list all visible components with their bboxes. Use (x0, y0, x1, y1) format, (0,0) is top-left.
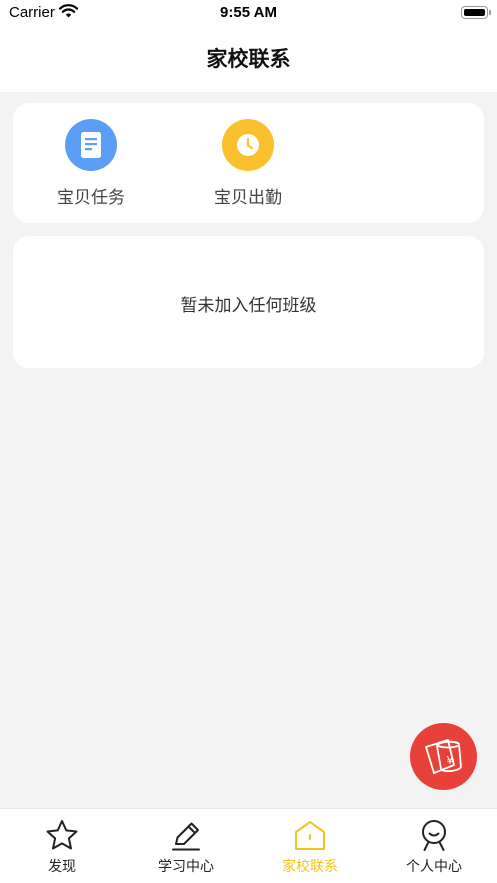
page-title: 家校联系 (206, 47, 291, 71)
tab-home-school-label: 家校联系 (282, 859, 338, 875)
home-icon (295, 821, 325, 850)
svg-text:¥: ¥ (447, 754, 454, 767)
quick-actions-card: 宝贝任务 宝贝出勤 (13, 103, 484, 223)
clock-icon (222, 119, 274, 171)
baby-attendance-label: 宝贝出勤 (214, 188, 282, 208)
baby-task-button[interactable]: 宝贝任务 (41, 119, 141, 208)
empty-class-message: 暂未加入任何班级 (180, 296, 317, 316)
status-bar: Carrier 9:55 AM (0, 0, 497, 26)
tab-learning-center-label: 学习中心 (158, 859, 214, 875)
baby-attendance-button[interactable]: 宝贝出勤 (198, 119, 298, 208)
red-envelope-yuan-icon: ¥ (425, 739, 462, 774)
person-icon (422, 820, 446, 851)
tab-discover[interactable]: 发现 (0, 809, 124, 883)
class-panel: 暂未加入任何班级 (13, 236, 484, 368)
baby-task-label: 宝贝任务 (57, 188, 125, 208)
tab-personal-center-label: 个人中心 (406, 859, 462, 875)
tab-discover-label: 发现 (48, 859, 76, 875)
navigation-bar: 家校联系 (0, 26, 497, 92)
star-icon (46, 820, 78, 850)
document-icon (65, 119, 117, 171)
pencil-icon (172, 822, 200, 851)
status-time: 9:55 AM (220, 4, 277, 21)
red-envelope-button[interactable]: ¥ (410, 723, 477, 790)
tab-home-school[interactable]: 家校联系 (248, 809, 372, 883)
tab-learning-center[interactable]: 学习中心 (124, 809, 248, 883)
battery-icon (461, 6, 488, 19)
tab-bar: 发现 学习中心 家校联系 个人中心 (0, 808, 497, 883)
tab-personal-center[interactable]: 个人中心 (372, 809, 496, 883)
